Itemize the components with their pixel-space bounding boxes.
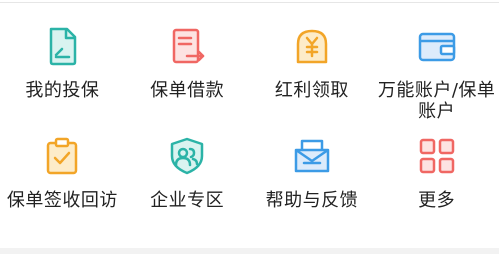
menu-item-label: 保单借款 <box>150 80 225 101</box>
menu-item-label: 更多 <box>418 190 456 211</box>
menu-item-policy-receipt[interactable]: 保单签收回访 <box>0 134 125 234</box>
menu-item-label: 帮助与反馈 <box>265 190 359 211</box>
menu-item-my-insurance[interactable]: 我的投保 <box>0 24 125 134</box>
menu-item-help-feedback[interactable]: 帮助与反馈 <box>250 134 375 234</box>
divider <box>0 2 499 3</box>
menu-item-label: 万能账户/保单账户 <box>377 80 496 122</box>
menu-item-more[interactable]: 更多 <box>374 134 499 234</box>
menu-item-policy-loan[interactable]: 保单借款 <box>125 24 250 134</box>
more-grid-icon <box>415 134 459 178</box>
yen-coin-icon <box>290 24 334 68</box>
clipboard-check-icon <box>40 134 84 178</box>
policy-loan-icon <box>165 24 209 68</box>
menu-item-dividend[interactable]: 红利领取 <box>250 24 375 134</box>
quick-menu-grid: 我的投保 保单借款 红利领取 万能账户/保单账户 保单签收回访 企业专区 帮助与… <box>0 24 499 234</box>
menu-item-label: 我的投保 <box>25 80 100 101</box>
menu-item-enterprise-zone[interactable]: 企业专区 <box>125 134 250 234</box>
help-feedback-icon <box>290 134 334 178</box>
wallet-card-icon <box>415 24 459 68</box>
menu-item-universal-account[interactable]: 万能账户/保单账户 <box>374 24 499 134</box>
enterprise-users-icon <box>165 134 209 178</box>
document-sign-icon <box>40 24 84 68</box>
menu-card: 我的投保 保单借款 红利领取 万能账户/保单账户 保单签收回访 企业专区 帮助与… <box>0 0 499 248</box>
menu-item-label: 红利领取 <box>274 80 349 101</box>
menu-item-label: 企业专区 <box>150 190 225 211</box>
menu-item-label: 保单签收回访 <box>6 190 118 211</box>
